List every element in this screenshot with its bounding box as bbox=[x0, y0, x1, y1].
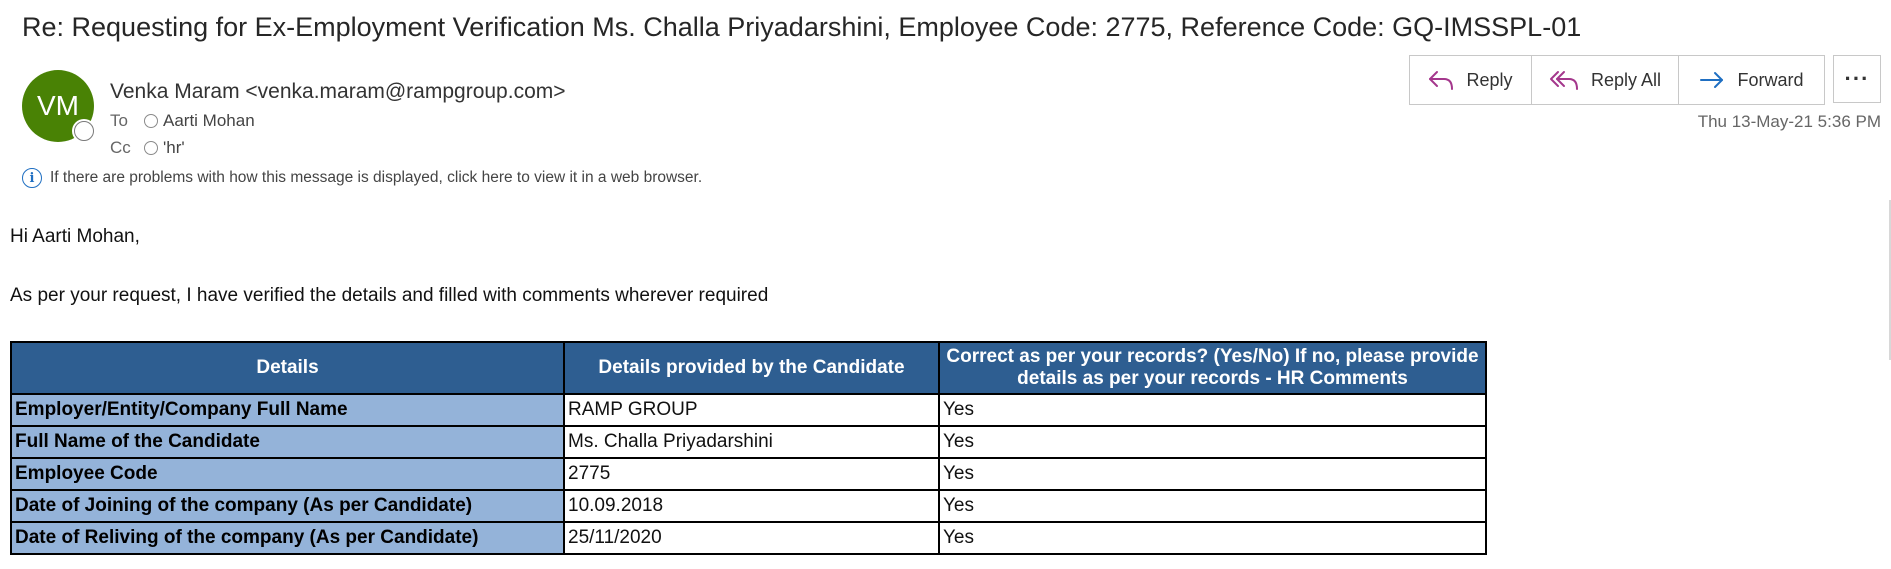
cc-label: Cc bbox=[110, 138, 131, 157]
reply-button[interactable]: Reply bbox=[1410, 56, 1532, 104]
body-paragraph: As per your request, I have verified the… bbox=[10, 285, 769, 306]
reply-label: Reply bbox=[1466, 69, 1513, 90]
forward-label: Forward bbox=[1737, 69, 1804, 90]
header-candidate: Details provided by the Candidate bbox=[563, 341, 940, 395]
header-hr-comments: Correct as per your records? (Yes/No) If… bbox=[938, 341, 1487, 395]
header-details: Details bbox=[10, 341, 565, 395]
cc-row: Cc 'hr' bbox=[110, 138, 185, 158]
more-actions-button[interactable]: ··· bbox=[1833, 55, 1881, 103]
verification-table: Details Details provided by the Candidat… bbox=[10, 341, 1487, 555]
hr-comment-cell: Yes bbox=[938, 457, 1487, 491]
table-row: Date of Joining of the company (As per C… bbox=[10, 489, 1487, 523]
more-icon: ··· bbox=[1844, 66, 1870, 91]
table-row: Date of Reliving of the company (As per … bbox=[10, 521, 1487, 555]
email-subject: Re: Requesting for Ex-Employment Verific… bbox=[22, 12, 1582, 42]
candidate-cell: 10.09.2018 bbox=[563, 489, 940, 523]
candidate-cell: 2775 bbox=[563, 457, 940, 491]
hr-comment-cell: Yes bbox=[938, 393, 1487, 427]
candidate-cell: 25/11/2020 bbox=[563, 521, 940, 555]
candidate-cell: Ms. Challa Priyadarshini bbox=[563, 425, 940, 459]
detail-cell: Employee Code bbox=[10, 457, 565, 491]
avatar-initials: VM bbox=[37, 90, 79, 121]
to-recipient[interactable]: Aarti Mohan bbox=[163, 111, 255, 131]
sent-timestamp: Thu 13-May-21 5:36 PM bbox=[1697, 112, 1881, 131]
reply-all-button[interactable]: Reply All bbox=[1532, 56, 1679, 104]
presence-status-icon bbox=[74, 121, 94, 141]
table-row: Full Name of the Candidate Ms. Challa Pr… bbox=[10, 425, 1487, 459]
detail-cell: Full Name of the Candidate bbox=[10, 425, 565, 459]
forward-arrow-icon bbox=[1700, 72, 1724, 88]
candidate-cell: RAMP GROUP bbox=[563, 393, 940, 427]
reply-all-icon bbox=[1549, 71, 1578, 90]
to-label: To bbox=[110, 111, 128, 130]
presence-dot-icon bbox=[144, 114, 158, 128]
action-toolbar: Reply Reply All Forward bbox=[1409, 55, 1825, 105]
table-row: Employee Code 2775 Yes bbox=[10, 457, 1487, 491]
forward-button[interactable]: Forward bbox=[1679, 56, 1824, 104]
presence-dot-icon bbox=[144, 141, 158, 155]
reply-icon bbox=[1429, 71, 1454, 90]
detail-cell: Employer/Entity/Company Full Name bbox=[10, 393, 565, 427]
hr-comment-cell: Yes bbox=[938, 489, 1487, 523]
detail-cell: Date of Joining of the company (As per C… bbox=[10, 489, 565, 523]
sender-name[interactable]: Venka Maram <venka.maram@rampgroup.com> bbox=[110, 80, 566, 104]
table-header-row: Details Details provided by the Candidat… bbox=[10, 341, 1487, 395]
table-row: Employer/Entity/Company Full Name RAMP G… bbox=[10, 393, 1487, 427]
greeting: Hi Aarti Mohan, bbox=[10, 226, 140, 247]
info-bar-text[interactable]: If there are problems with how this mess… bbox=[50, 169, 702, 187]
reply-all-label: Reply All bbox=[1590, 69, 1662, 90]
info-icon: i bbox=[22, 168, 42, 188]
hr-comment-cell: Yes bbox=[938, 425, 1487, 459]
detail-cell: Date of Reliving of the company (As per … bbox=[10, 521, 565, 555]
info-bar[interactable]: i If there are problems with how this me… bbox=[22, 168, 702, 188]
cc-recipient[interactable]: 'hr' bbox=[163, 138, 185, 158]
to-row: To Aarti Mohan bbox=[110, 111, 255, 131]
hr-comment-cell: Yes bbox=[938, 521, 1487, 555]
